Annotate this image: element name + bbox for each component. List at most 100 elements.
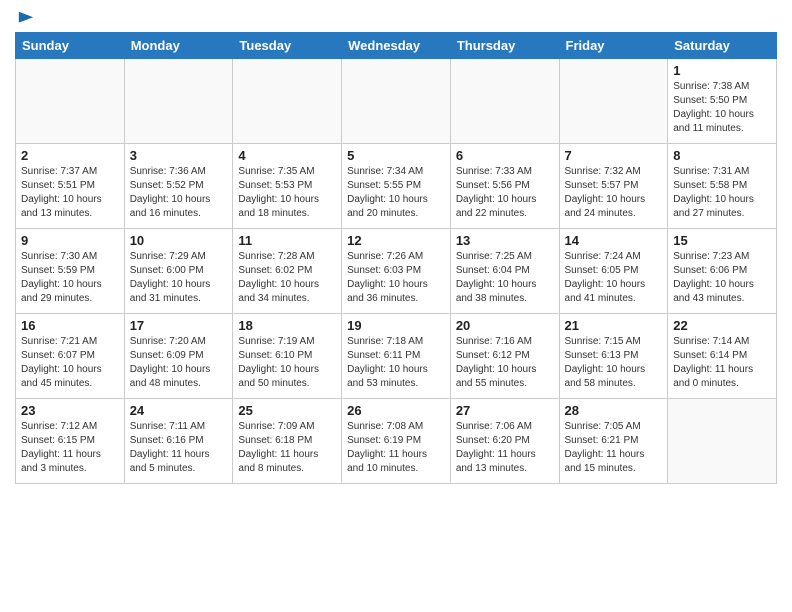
calendar-day-cell: 14 Sunrise: 7:24 AMSunset: 6:05 PMDayligh… bbox=[559, 229, 668, 314]
day-info: Sunrise: 7:31 AMSunset: 5:58 PMDaylight:… bbox=[673, 165, 771, 221]
calendar-day-cell: 15 Sunrise: 7:23 AMSunset: 6:06 PMDayligh… bbox=[668, 229, 777, 314]
day-info: Sunrise: 7:26 AMSunset: 6:03 PMDaylight:… bbox=[347, 250, 445, 306]
calendar-day-cell bbox=[559, 59, 668, 144]
calendar-day-cell: 22 Sunrise: 7:14 AMSunset: 6:14 PMDayligh… bbox=[668, 314, 777, 399]
day-number: 28 bbox=[565, 403, 663, 418]
day-info: Sunrise: 7:36 AMSunset: 5:52 PMDaylight:… bbox=[130, 165, 228, 221]
calendar-day-cell: 10 Sunrise: 7:29 AMSunset: 6:00 PMDayligh… bbox=[124, 229, 233, 314]
day-number: 9 bbox=[21, 233, 119, 248]
day-number: 20 bbox=[456, 318, 554, 333]
day-info: Sunrise: 7:32 AMSunset: 5:57 PMDaylight:… bbox=[565, 165, 663, 221]
day-info: Sunrise: 7:20 AMSunset: 6:09 PMDaylight:… bbox=[130, 335, 228, 391]
weekday-header-saturday: Saturday bbox=[668, 33, 777, 59]
day-number: 22 bbox=[673, 318, 771, 333]
calendar-day-cell bbox=[16, 59, 125, 144]
day-info: Sunrise: 7:33 AMSunset: 5:56 PMDaylight:… bbox=[456, 165, 554, 221]
calendar-day-cell: 7 Sunrise: 7:32 AMSunset: 5:57 PMDaylight… bbox=[559, 144, 668, 229]
day-number: 27 bbox=[456, 403, 554, 418]
day-info: Sunrise: 7:38 AMSunset: 5:50 PMDaylight:… bbox=[673, 80, 771, 136]
calendar-day-cell: 28 Sunrise: 7:05 AMSunset: 6:21 PMDayligh… bbox=[559, 399, 668, 484]
calendar-day-cell: 5 Sunrise: 7:34 AMSunset: 5:55 PMDaylight… bbox=[342, 144, 451, 229]
day-number: 2 bbox=[21, 148, 119, 163]
day-number: 15 bbox=[673, 233, 771, 248]
calendar-day-cell bbox=[233, 59, 342, 144]
day-number: 24 bbox=[130, 403, 228, 418]
calendar-day-cell: 11 Sunrise: 7:28 AMSunset: 6:02 PMDayligh… bbox=[233, 229, 342, 314]
day-info: Sunrise: 7:15 AMSunset: 6:13 PMDaylight:… bbox=[565, 335, 663, 391]
calendar-day-cell: 3 Sunrise: 7:36 AMSunset: 5:52 PMDaylight… bbox=[124, 144, 233, 229]
day-info: Sunrise: 7:25 AMSunset: 6:04 PMDaylight:… bbox=[456, 250, 554, 306]
calendar-day-cell: 6 Sunrise: 7:33 AMSunset: 5:56 PMDaylight… bbox=[450, 144, 559, 229]
weekday-header-tuesday: Tuesday bbox=[233, 33, 342, 59]
day-number: 11 bbox=[238, 233, 336, 248]
day-info: Sunrise: 7:06 AMSunset: 6:20 PMDaylight:… bbox=[456, 420, 554, 476]
calendar-day-cell: 12Sunrise: 7:26 AMSunset: 6:03 PMDayligh… bbox=[342, 229, 451, 314]
calendar-week-row: 2 Sunrise: 7:37 AMSunset: 5:51 PMDaylight… bbox=[16, 144, 777, 229]
header bbox=[15, 10, 777, 24]
calendar-table: SundayMondayTuesdayWednesdayThursdayFrid… bbox=[15, 32, 777, 484]
day-info: Sunrise: 7:08 AMSunset: 6:19 PMDaylight:… bbox=[347, 420, 445, 476]
day-info: Sunrise: 7:34 AMSunset: 5:55 PMDaylight:… bbox=[347, 165, 445, 221]
day-info: Sunrise: 7:12 AMSunset: 6:15 PMDaylight:… bbox=[21, 420, 119, 476]
day-info: Sunrise: 7:37 AMSunset: 5:51 PMDaylight:… bbox=[21, 165, 119, 221]
calendar-day-cell: 26 Sunrise: 7:08 AMSunset: 6:19 PMDayligh… bbox=[342, 399, 451, 484]
calendar-header-row: SundayMondayTuesdayWednesdayThursdayFrid… bbox=[16, 33, 777, 59]
day-info: Sunrise: 7:24 AMSunset: 6:05 PMDaylight:… bbox=[565, 250, 663, 306]
page: SundayMondayTuesdayWednesdayThursdayFrid… bbox=[0, 0, 792, 499]
day-info: Sunrise: 7:05 AMSunset: 6:21 PMDaylight:… bbox=[565, 420, 663, 476]
day-number: 14 bbox=[565, 233, 663, 248]
calendar-day-cell: 20 Sunrise: 7:16 AMSunset: 6:12 PMDayligh… bbox=[450, 314, 559, 399]
day-number: 13 bbox=[456, 233, 554, 248]
weekday-header-thursday: Thursday bbox=[450, 33, 559, 59]
calendar-day-cell bbox=[668, 399, 777, 484]
calendar-day-cell: 16 Sunrise: 7:21 AMSunset: 6:07 PMDayligh… bbox=[16, 314, 125, 399]
day-number: 23 bbox=[21, 403, 119, 418]
day-info: Sunrise: 7:11 AMSunset: 6:16 PMDaylight:… bbox=[130, 420, 228, 476]
calendar-day-cell: 24 Sunrise: 7:11 AMSunset: 6:16 PMDayligh… bbox=[124, 399, 233, 484]
calendar-day-cell: 4 Sunrise: 7:35 AMSunset: 5:53 PMDaylight… bbox=[233, 144, 342, 229]
day-number: 1 bbox=[673, 63, 771, 78]
day-number: 7 bbox=[565, 148, 663, 163]
calendar-day-cell: 18Sunrise: 7:19 AMSunset: 6:10 PMDayligh… bbox=[233, 314, 342, 399]
day-number: 16 bbox=[21, 318, 119, 333]
logo-flag-icon bbox=[17, 10, 35, 28]
calendar-day-cell bbox=[450, 59, 559, 144]
calendar-day-cell: 19Sunrise: 7:18 AMSunset: 6:11 PMDayligh… bbox=[342, 314, 451, 399]
day-info: Sunrise: 7:35 AMSunset: 5:53 PMDaylight:… bbox=[238, 165, 336, 221]
calendar-day-cell: 25Sunrise: 7:09 AMSunset: 6:18 PMDayligh… bbox=[233, 399, 342, 484]
day-info: Sunrise: 7:14 AMSunset: 6:14 PMDaylight:… bbox=[673, 335, 771, 391]
calendar-day-cell: 13 Sunrise: 7:25 AMSunset: 6:04 PMDayligh… bbox=[450, 229, 559, 314]
day-number: 18 bbox=[238, 318, 336, 333]
day-number: 17 bbox=[130, 318, 228, 333]
day-number: 6 bbox=[456, 148, 554, 163]
calendar-week-row: 23 Sunrise: 7:12 AMSunset: 6:15 PMDayligh… bbox=[16, 399, 777, 484]
day-number: 4 bbox=[238, 148, 336, 163]
calendar-day-cell bbox=[342, 59, 451, 144]
weekday-header-friday: Friday bbox=[559, 33, 668, 59]
calendar-day-cell: 17 Sunrise: 7:20 AMSunset: 6:09 PMDayligh… bbox=[124, 314, 233, 399]
day-info: Sunrise: 7:09 AMSunset: 6:18 PMDaylight:… bbox=[238, 420, 336, 476]
day-info: Sunrise: 7:16 AMSunset: 6:12 PMDaylight:… bbox=[456, 335, 554, 391]
day-info: Sunrise: 7:29 AMSunset: 6:00 PMDaylight:… bbox=[130, 250, 228, 306]
day-number: 26 bbox=[347, 403, 445, 418]
day-info: Sunrise: 7:23 AMSunset: 6:06 PMDaylight:… bbox=[673, 250, 771, 306]
weekday-header-monday: Monday bbox=[124, 33, 233, 59]
day-info: Sunrise: 7:21 AMSunset: 6:07 PMDaylight:… bbox=[21, 335, 119, 391]
day-number: 10 bbox=[130, 233, 228, 248]
day-info: Sunrise: 7:28 AMSunset: 6:02 PMDaylight:… bbox=[238, 250, 336, 306]
calendar-day-cell: 1 Sunrise: 7:38 AMSunset: 5:50 PMDaylight… bbox=[668, 59, 777, 144]
day-number: 8 bbox=[673, 148, 771, 163]
calendar-week-row: 16 Sunrise: 7:21 AMSunset: 6:07 PMDayligh… bbox=[16, 314, 777, 399]
calendar-day-cell bbox=[124, 59, 233, 144]
day-number: 5 bbox=[347, 148, 445, 163]
calendar-week-row: 9Sunrise: 7:30 AMSunset: 5:59 PMDaylight… bbox=[16, 229, 777, 314]
logo bbox=[15, 10, 35, 24]
day-number: 21 bbox=[565, 318, 663, 333]
weekday-header-sunday: Sunday bbox=[16, 33, 125, 59]
calendar-day-cell: 8 Sunrise: 7:31 AMSunset: 5:58 PMDaylight… bbox=[668, 144, 777, 229]
calendar-day-cell: 27 Sunrise: 7:06 AMSunset: 6:20 PMDayligh… bbox=[450, 399, 559, 484]
day-info: Sunrise: 7:18 AMSunset: 6:11 PMDaylight:… bbox=[347, 335, 445, 391]
calendar-week-row: 1 Sunrise: 7:38 AMSunset: 5:50 PMDaylight… bbox=[16, 59, 777, 144]
weekday-header-wednesday: Wednesday bbox=[342, 33, 451, 59]
day-number: 3 bbox=[130, 148, 228, 163]
